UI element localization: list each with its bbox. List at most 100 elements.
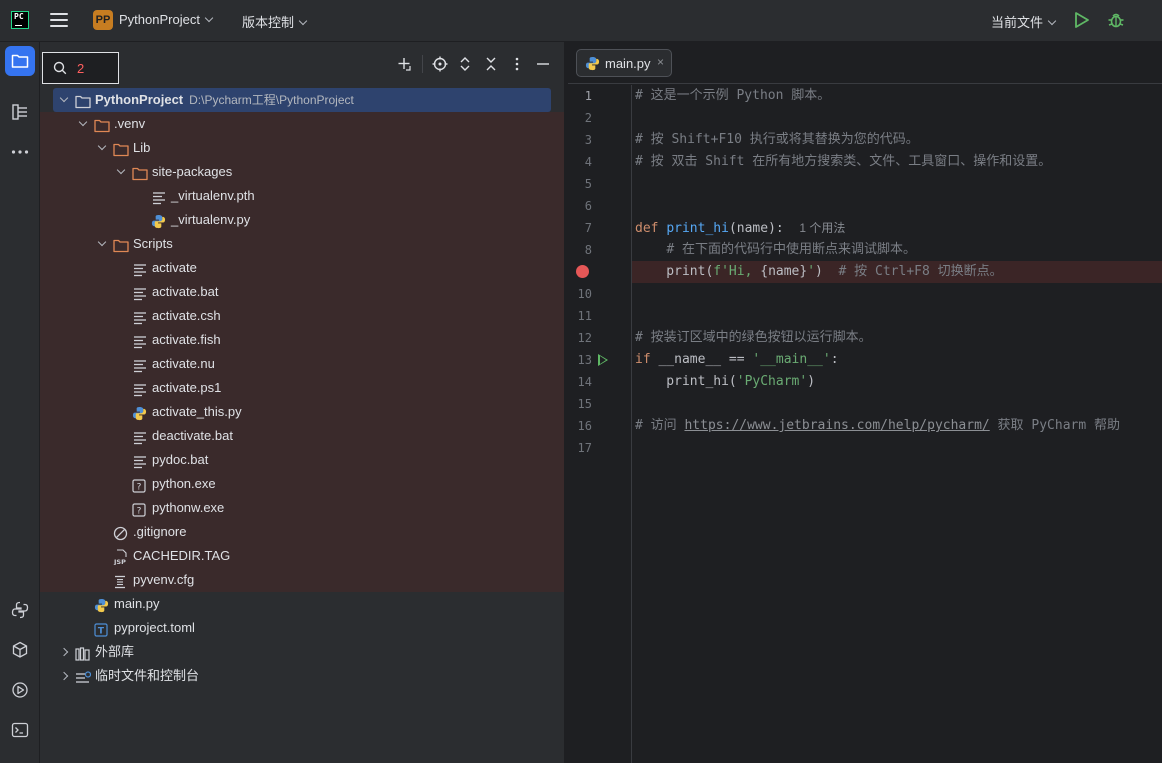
tree-item[interactable]: activate.fish <box>40 328 564 352</box>
breakpoint-icon[interactable] <box>576 265 589 278</box>
code-line[interactable]: # 按 Shift+F10 执行或将其替换为您的代码。 <box>635 129 919 151</box>
terminal-button[interactable] <box>5 715 35 745</box>
code-line[interactable]: # 访问 https://www.jetbrains.com/help/pych… <box>635 415 1120 437</box>
tree-item-label: _virtualenv.py <box>171 212 251 227</box>
tree-item[interactable]: activate.bat <box>40 280 564 304</box>
main-menu-icon[interactable] <box>50 13 68 27</box>
debug-icon[interactable] <box>1107 11 1125 29</box>
tree-item[interactable]: deactivate.bat <box>40 424 564 448</box>
help-link[interactable]: https://www.jetbrains.com/help/pycharm/ <box>684 418 989 433</box>
svg-text:JSP: JSP <box>113 558 126 565</box>
tree-item[interactable]: site-packages <box>40 160 564 184</box>
tree-item[interactable]: Scripts <box>40 232 564 256</box>
tree-item[interactable]: ? python.exe <box>40 472 564 496</box>
minimize-icon <box>537 63 549 65</box>
run-config-selector[interactable]: 当前文件 <box>991 12 1057 31</box>
code-line[interactable]: # 按装订区域中的绿色按钮以运行脚本。 <box>635 327 872 349</box>
tree-item-label: CACHEDIR.TAG <box>133 548 231 563</box>
chevron-down-icon[interactable] <box>97 237 107 247</box>
project-switcher[interactable]: PythonProject <box>119 12 214 27</box>
code-token: ) <box>815 264 839 279</box>
tree-item-label: 外部库 <box>95 644 135 659</box>
usage-hint[interactable]: 1 个用法 <box>799 221 845 235</box>
vcs-menu[interactable]: 版本控制 <box>242 12 308 31</box>
folder-excluded-icon <box>113 237 129 253</box>
chevron-down-icon[interactable] <box>116 165 126 175</box>
code-token: '__main__' <box>752 352 831 367</box>
code-line[interactable]: print_hi('PyCharm') <box>635 371 815 393</box>
line-number: 15 <box>577 397 592 411</box>
services-button[interactable] <box>5 635 35 665</box>
line-number: 14 <box>577 375 592 389</box>
tree-item[interactable]: .venv <box>40 112 564 136</box>
chevron-down-icon[interactable] <box>78 117 88 127</box>
line-number: 4 <box>584 155 592 169</box>
tree-item[interactable]: _virtualenv.pth <box>40 184 564 208</box>
code-line[interactable]: # 这是一个示例 Python 脚本。 <box>635 85 830 107</box>
options-button[interactable] <box>508 55 526 73</box>
code-line[interactable]: def print_hi(name): 1 个用法 <box>635 217 845 239</box>
code-line[interactable]: print(f'Hi, {name}') # 按 Ctrl+F8 切换断点。 <box>635 261 1002 283</box>
run-icon[interactable] <box>1074 11 1090 29</box>
new-file-button[interactable] <box>396 55 414 73</box>
tree-item[interactable]: 临时文件和控制台 <box>40 664 564 688</box>
tree-item-label: activate.ps1 <box>152 380 222 395</box>
expand-all-button[interactable] <box>456 55 474 73</box>
text-file-icon <box>151 189 167 205</box>
run-tool-button[interactable] <box>5 675 35 705</box>
editor-gutter[interactable]: 1 2 3 4 5 6 7 8 10 11 12 13 14 15 16 17 <box>568 85 632 763</box>
svg-text:?: ? <box>137 507 142 517</box>
tree-item[interactable]: _virtualenv.py <box>40 208 564 232</box>
tree-item[interactable]: activate_this.py <box>40 400 564 424</box>
chevron-down-icon[interactable] <box>59 93 69 103</box>
project-name-label: PythonProject <box>119 12 200 27</box>
code-line[interactable]: # 在下面的代码行中使用断点来调试脚本。 <box>635 239 916 261</box>
project-tool-button[interactable] <box>5 46 35 76</box>
scratches-icon <box>75 669 92 683</box>
tab-main-py[interactable]: main.py × <box>576 49 672 77</box>
folder-icon <box>11 54 29 68</box>
tree-item[interactable]: 外部库 <box>40 640 564 664</box>
hide-panel-button[interactable] <box>534 55 552 73</box>
tree-item[interactable]: activate.ps1 <box>40 376 564 400</box>
editor-tab-bar: main.py × <box>568 42 1162 84</box>
chevron-right-icon[interactable] <box>59 671 69 681</box>
code-token: ) <box>807 374 816 389</box>
tree-item[interactable]: .gitignore <box>40 520 564 544</box>
tree-item[interactable]: Lib <box>40 136 564 160</box>
code-line[interactable]: if __name__ == '__main__': <box>635 349 839 371</box>
run-gutter-icon[interactable] <box>598 354 608 366</box>
tree-item[interactable]: ? pythonw.exe <box>40 496 564 520</box>
close-icon[interactable]: × <box>657 55 664 69</box>
tree-item[interactable]: activate.csh <box>40 304 564 328</box>
tree-item[interactable]: activate.nu <box>40 352 564 376</box>
code-token: # 按装订区域中的绿色按钮以运行脚本。 <box>635 330 872 345</box>
ignore-file-icon <box>113 525 129 541</box>
python-packages-button[interactable] <box>5 595 35 625</box>
pycharm-logo-icon[interactable]: PC <box>11 11 29 29</box>
toml-file-icon: T <box>94 621 110 637</box>
chevron-right-icon[interactable] <box>59 647 69 657</box>
tree-item[interactable]: pyvenv.cfg <box>40 568 564 592</box>
search-input[interactable] <box>77 58 115 78</box>
collapse-all-button[interactable] <box>482 55 500 73</box>
project-badge[interactable]: PP <box>93 10 113 30</box>
tree-item[interactable]: JSP CACHEDIR.TAG <box>40 544 564 568</box>
more-tools-button[interactable] <box>5 137 35 167</box>
tree-root-item[interactable]: PythonProject D:\Pycharm工程\PythonProject <box>53 88 551 112</box>
speed-search-box[interactable] <box>42 52 119 84</box>
code-line[interactable]: # 按 双击 Shift 在所有地方搜索类、文件、工具窗口、操作和设置。 <box>635 151 1051 173</box>
chevron-down-icon[interactable] <box>97 141 107 151</box>
structure-tool-button[interactable] <box>5 97 35 127</box>
tree-item-label: deactivate.bat <box>152 428 233 443</box>
code-token: # 访问 <box>635 418 685 433</box>
tree-item[interactable]: main.py <box>40 592 564 616</box>
text-file-icon <box>132 309 148 325</box>
python-console-icon <box>11 601 29 619</box>
locate-file-button[interactable] <box>422 55 448 73</box>
tree-item[interactable]: pydoc.bat <box>40 448 564 472</box>
tree-item[interactable]: Tpyproject.toml <box>40 616 564 640</box>
tool-window-strip <box>0 42 40 763</box>
tree-item[interactable]: activate <box>40 256 564 280</box>
text-file-icon <box>132 285 148 301</box>
